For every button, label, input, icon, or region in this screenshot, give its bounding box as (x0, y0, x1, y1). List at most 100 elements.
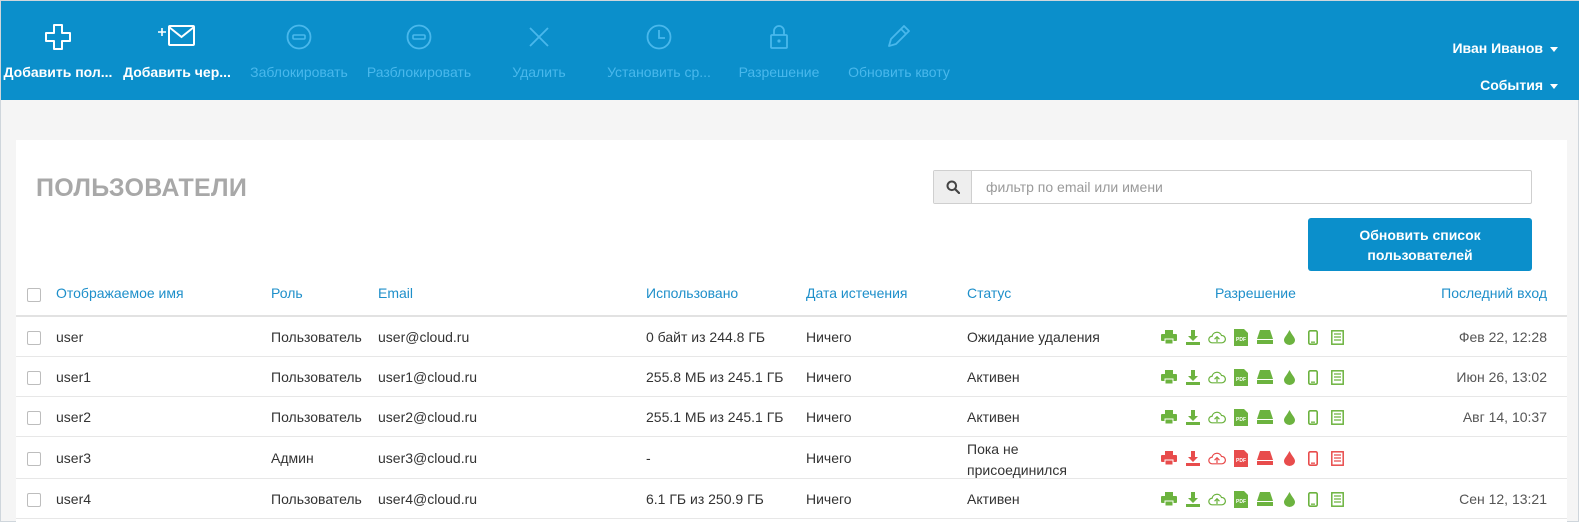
permission-icons: PDF (1160, 408, 1346, 426)
block-button[interactable]: Заблокировать (239, 1, 359, 100)
download-icon[interactable] (1184, 490, 1202, 508)
user-expiry: Ничего (806, 491, 852, 507)
list-icon[interactable] (1328, 490, 1346, 508)
drive-icon[interactable] (1256, 490, 1274, 508)
drop-icon[interactable] (1280, 328, 1298, 346)
page-title: ПОЛЬЗОВАТЕЛИ (36, 174, 248, 202)
clock-icon (599, 23, 719, 53)
user-display-name[interactable]: user (56, 329, 83, 345)
user-role: Пользователь (271, 369, 362, 385)
refresh-users-button[interactable]: Обновить список пользователей (1308, 218, 1532, 271)
list-icon[interactable] (1328, 328, 1346, 346)
pdf-icon[interactable]: PDF (1232, 368, 1250, 386)
col-email[interactable]: Email (378, 285, 413, 301)
drop-icon[interactable] (1280, 368, 1298, 386)
svg-text:PDF: PDF (1236, 417, 1246, 423)
table-row[interactable]: user4 Пользователь user4@cloud.ru 6.1 ГБ из… (16, 479, 1567, 519)
user-email: user2@cloud.ru (378, 409, 478, 425)
select-all-checkbox[interactable] (27, 288, 41, 302)
unblock-button[interactable]: Разблокировать (359, 1, 479, 100)
add-user-button[interactable]: Добавить пол... (0, 1, 118, 100)
list-icon[interactable] (1328, 408, 1346, 426)
set-expiry-button[interactable]: Установить ср... (599, 1, 719, 100)
cloud-upload-icon[interactable] (1208, 368, 1226, 386)
svg-text:PDF: PDF (1236, 499, 1246, 505)
list-icon[interactable] (1328, 449, 1346, 467)
cloud-upload-icon[interactable] (1208, 328, 1226, 346)
mobile-icon[interactable] (1304, 368, 1322, 386)
user-display-name[interactable]: user3 (56, 450, 91, 466)
mobile-icon[interactable] (1304, 449, 1322, 467)
permission-icons: PDF (1160, 490, 1346, 508)
user-email: user@cloud.ru (378, 329, 470, 345)
drive-icon[interactable] (1256, 408, 1274, 426)
row-checkbox[interactable] (27, 452, 41, 466)
row-checkbox[interactable] (27, 331, 41, 345)
delete-label: Удалить (512, 64, 566, 80)
cloud-upload-icon[interactable] (1208, 490, 1226, 508)
download-icon[interactable] (1184, 449, 1202, 467)
row-checkbox[interactable] (27, 411, 41, 425)
search-button[interactable] (934, 171, 972, 203)
delete-button[interactable]: Удалить (479, 1, 599, 100)
user-email: user1@cloud.ru (378, 369, 478, 385)
table-row[interactable]: user2 Пользователь user2@cloud.ru 255.1 МБ … (16, 397, 1567, 437)
update-quota-button[interactable]: Обновить квоту (839, 1, 959, 100)
add-via-email-label: Добавить чер... (123, 64, 231, 80)
table-row[interactable]: user3 Админ user3@cloud.ru - Ничего Пока не п… (16, 437, 1567, 479)
print-icon[interactable] (1160, 408, 1178, 426)
drive-icon[interactable] (1256, 449, 1274, 467)
table-row[interactable]: user Пользователь user@cloud.ru 0 байт из 2… (16, 317, 1567, 357)
add-via-email-button[interactable]: Добавить чер... (117, 1, 237, 100)
pdf-icon[interactable]: PDF (1232, 449, 1250, 467)
permission-icons: PDF (1160, 368, 1346, 386)
events-menu[interactable]: События (1480, 77, 1558, 93)
print-icon[interactable] (1160, 328, 1178, 346)
cloud-upload-icon[interactable] (1208, 449, 1226, 467)
col-expiry[interactable]: Дата истечения (806, 285, 908, 301)
col-display-name[interactable]: Отображаемое имя (56, 285, 184, 301)
permission-label: Разрешение (738, 64, 820, 80)
row-checkbox[interactable] (27, 493, 41, 507)
download-icon[interactable] (1184, 408, 1202, 426)
col-role[interactable]: Роль (271, 285, 303, 301)
search-input[interactable] (973, 171, 1531, 203)
search-icon (946, 180, 960, 194)
mobile-icon[interactable] (1304, 408, 1322, 426)
user-role: Пользователь (271, 409, 362, 425)
user-email: user4@cloud.ru (378, 491, 478, 507)
download-icon[interactable] (1184, 368, 1202, 386)
user-storage-used: - (646, 450, 651, 466)
mobile-icon[interactable] (1304, 490, 1322, 508)
col-last-login[interactable]: Последний вход (1441, 285, 1547, 301)
user-display-name[interactable]: user1 (56, 369, 91, 385)
col-permission[interactable]: Разрешение (1215, 285, 1296, 301)
list-icon[interactable] (1328, 368, 1346, 386)
user-last-login: Июн 26, 13:02 (1456, 369, 1547, 385)
table-row[interactable]: user1 Пользователь user1@cloud.ru 255.8 МБ … (16, 357, 1567, 397)
user-menu[interactable]: Иван Иванов (1452, 40, 1558, 56)
drive-icon[interactable] (1256, 328, 1274, 346)
permission-button[interactable]: Разрешение (719, 1, 839, 100)
drop-icon[interactable] (1280, 449, 1298, 467)
user-role: Админ (271, 450, 314, 466)
mobile-icon[interactable] (1304, 328, 1322, 346)
block-label: Заблокировать (250, 64, 348, 80)
pdf-icon[interactable]: PDF (1232, 408, 1250, 426)
col-used[interactable]: Использовано (646, 285, 738, 301)
print-icon[interactable] (1160, 368, 1178, 386)
drop-icon[interactable] (1280, 490, 1298, 508)
user-storage-used: 255.1 МБ из 245.1 ГБ (646, 409, 784, 425)
user-display-name[interactable]: user2 (56, 409, 91, 425)
col-status[interactable]: Статус (967, 285, 1011, 301)
pdf-icon[interactable]: PDF (1232, 328, 1250, 346)
drive-icon[interactable] (1256, 368, 1274, 386)
print-icon[interactable] (1160, 490, 1178, 508)
cloud-upload-icon[interactable] (1208, 408, 1226, 426)
user-display-name[interactable]: user4 (56, 491, 91, 507)
print-icon[interactable] (1160, 449, 1178, 467)
pdf-icon[interactable]: PDF (1232, 490, 1250, 508)
download-icon[interactable] (1184, 328, 1202, 346)
drop-icon[interactable] (1280, 408, 1298, 426)
row-checkbox[interactable] (27, 371, 41, 385)
